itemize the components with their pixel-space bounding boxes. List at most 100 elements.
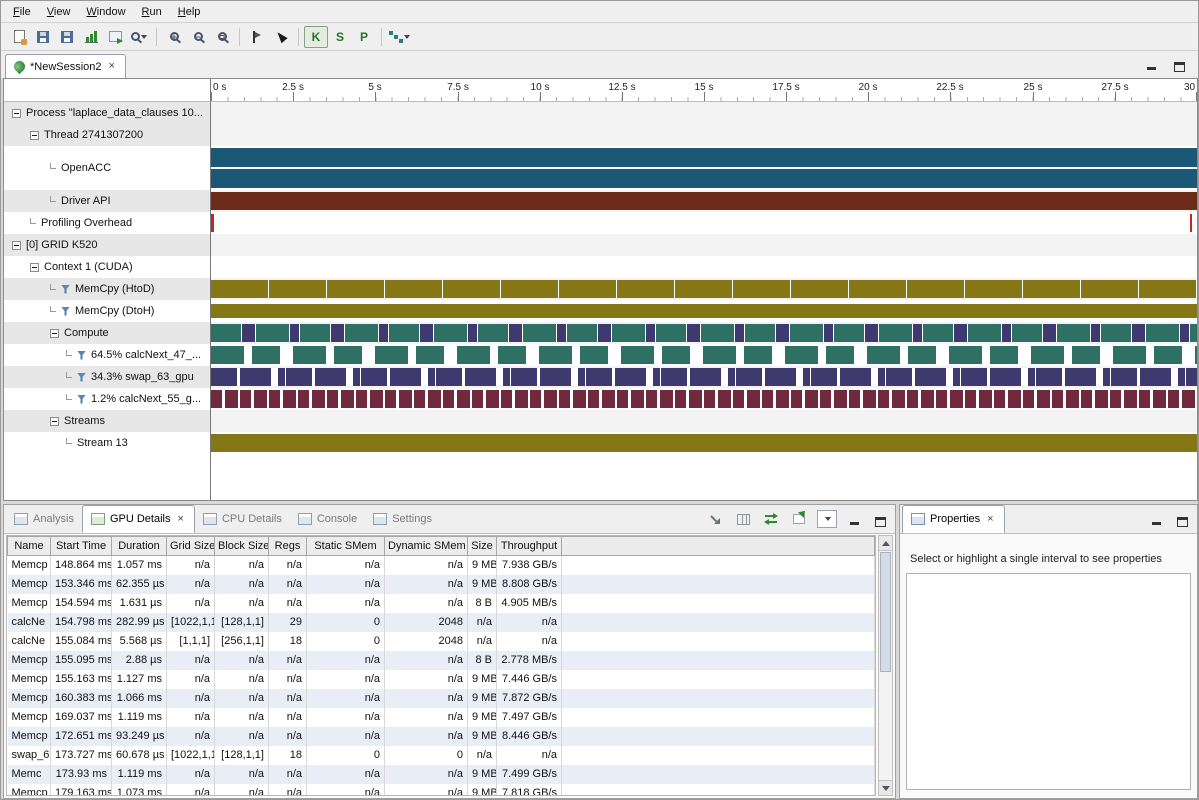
driver-api-bar[interactable] (211, 192, 1197, 210)
tab-settings[interactable]: Settings (365, 505, 440, 533)
tab-properties[interactable]: Properties × (902, 505, 1005, 533)
tab-gpu-details[interactable]: GPU Details × (82, 505, 195, 533)
session-tab[interactable]: *NewSession2 × (5, 54, 126, 78)
table-row[interactable]: Memcp169.037 ms1.119 msn/an/an/an/an/a9 … (8, 708, 875, 727)
timeline-row-thread[interactable]: Thread 2741307200 (4, 124, 1197, 146)
table-row[interactable]: Memcp148.864 ms1.057 msn/an/an/an/an/a9 … (8, 556, 875, 575)
column-header[interactable]: Size (468, 537, 497, 556)
maximize-button[interactable] (871, 512, 889, 527)
profiling-overhead-marker[interactable] (1190, 214, 1192, 232)
compare-button[interactable] (103, 26, 127, 48)
swap-63-bar[interactable] (211, 368, 1197, 386)
collapse-expander-icon[interactable] (30, 263, 39, 272)
profiling-overhead-marker[interactable] (211, 214, 214, 232)
collapse-expander-icon[interactable] (50, 417, 59, 426)
marker-button[interactable] (245, 26, 269, 48)
menu-help[interactable]: Help (170, 3, 209, 21)
column-header[interactable]: Start Time (51, 537, 112, 556)
timeline-row-swap-63[interactable]: 34.3% swap_63_gpu (4, 366, 1197, 388)
pc-toggle-button[interactable]: P (352, 26, 376, 48)
source-toggle-button[interactable]: S (328, 26, 352, 48)
table-row[interactable]: Memc173.93 ms1.119 msn/an/an/an/an/a9 MB… (8, 765, 875, 784)
stream-13-bar[interactable] (211, 434, 1197, 452)
table-row[interactable]: calcNe154.798 ms282.99 µs[1022,1,1][128,… (8, 613, 875, 632)
column-header[interactable]: Static SMem (307, 537, 385, 556)
openacc-bar-1[interactable] (211, 148, 1197, 167)
compute-bar[interactable] (211, 324, 1197, 342)
columns-button[interactable] (733, 510, 753, 528)
table-row[interactable]: Memcp179.163 ms1.073 msn/an/an/an/an/a9 … (8, 784, 875, 797)
refresh-button[interactable] (761, 510, 781, 528)
timeline-row-context-1[interactable]: Context 1 (CUDA) (4, 256, 1197, 278)
timeline-ruler[interactable]: 0 s 2.5 s 5 s 7.5 s 10 s 12.5 s 15 s 17.… (211, 79, 1197, 102)
kernel-toggle-button[interactable]: K (304, 26, 328, 48)
menu-run[interactable]: Run (134, 3, 170, 21)
timeline-row-streams[interactable]: Streams (4, 410, 1197, 432)
memcpy-dtoh-lane[interactable] (211, 300, 1197, 322)
menu-window[interactable]: Window (78, 3, 133, 21)
timeline-row-stream-13[interactable]: Stream 13 (4, 432, 1197, 454)
timeline-row-process[interactable]: Process "laplace_data_clauses 10... (4, 102, 1197, 124)
column-header[interactable]: Name (8, 537, 51, 556)
minimize-button[interactable] (1147, 512, 1165, 527)
close-icon[interactable]: × (107, 60, 117, 73)
minimize-button[interactable] (845, 512, 863, 527)
openacc-lane[interactable] (211, 146, 1197, 190)
timeline-row-profiling-overhead[interactable]: Profiling Overhead (4, 212, 1197, 234)
maximize-button[interactable] (1170, 57, 1188, 72)
menu-file[interactable]: File (5, 3, 39, 21)
timeline-row-calcnext-55[interactable]: 1.2% calcNext_55_g... (4, 388, 1197, 410)
table-row[interactable]: Memcp155.095 ms2.88 µsn/an/an/an/an/a8 B… (8, 651, 875, 670)
memcpy-dtoh-bar[interactable] (211, 304, 1197, 318)
profiling-overhead-lane[interactable] (211, 212, 1197, 234)
driver-api-lane[interactable] (211, 190, 1197, 212)
timeline-row-driver-api[interactable]: Driver API (4, 190, 1197, 212)
search-button[interactable] (127, 26, 151, 48)
collapse-expander-icon[interactable] (12, 109, 21, 118)
table-row[interactable]: swap_6173.727 ms60.678 µs[1022,1,1][128,… (8, 746, 875, 765)
column-header[interactable]: Duration (112, 537, 167, 556)
calcnext-55-bar[interactable] (211, 390, 1197, 408)
zoom-in-button[interactable] (162, 26, 186, 48)
save-report-button[interactable] (55, 26, 79, 48)
maximize-button[interactable] (1173, 512, 1191, 527)
zoom-out-button[interactable] (186, 26, 210, 48)
column-header[interactable]: Grid Size (167, 537, 215, 556)
streams-lane[interactable] (211, 410, 1197, 432)
calcnext-47-bar[interactable] (211, 346, 1197, 364)
filter-icon[interactable] (77, 373, 86, 382)
calcnext-55-lane[interactable] (211, 388, 1197, 410)
select-kernel-button[interactable] (705, 510, 725, 528)
scroll-up-button[interactable] (879, 536, 892, 551)
table-row[interactable]: Memcp172.651 ms93.249 µsn/an/an/an/an/a9… (8, 727, 875, 746)
timeline-row-memcpy-htod[interactable]: MemCpy (HtoD) (4, 278, 1197, 300)
calcnext-47-lane[interactable] (211, 344, 1197, 366)
save-button[interactable] (31, 26, 55, 48)
collapse-expander-icon[interactable] (30, 131, 39, 140)
compute-lane[interactable] (211, 322, 1197, 344)
openacc-bar-2[interactable] (211, 169, 1197, 188)
memcpy-htod-bar[interactable] (211, 280, 1197, 298)
timeline-row-openacc[interactable]: OpenACC (4, 146, 1197, 190)
memcpy-htod-lane[interactable] (211, 278, 1197, 300)
select-mode-button[interactable] (269, 26, 293, 48)
stream-13-lane[interactable] (211, 432, 1197, 454)
table-row[interactable]: Memcp154.594 ms1.631 µsn/an/an/an/an/a8 … (8, 594, 875, 613)
timeline-row-compute[interactable]: Compute (4, 322, 1197, 344)
column-header[interactable]: Dynamic SMem (385, 537, 468, 556)
new-session-button[interactable] (7, 26, 31, 48)
table-row[interactable]: Memcp155.163 ms1.127 msn/an/an/an/an/a9 … (8, 670, 875, 689)
minimize-button[interactable] (1142, 57, 1160, 72)
collapse-expander-icon[interactable] (12, 241, 21, 250)
timeline-row-memcpy-dtoh[interactable]: MemCpy (DtoH) (4, 300, 1197, 322)
zoom-fit-button[interactable] (210, 26, 234, 48)
scrollbar-thumb[interactable] (880, 552, 891, 672)
table-row[interactable]: Memcp153.346 ms62.355 µsn/an/an/an/an/a9… (8, 575, 875, 594)
filter-icon[interactable] (61, 307, 70, 316)
chart-button[interactable] (79, 26, 103, 48)
table-row[interactable]: calcNe155.084 ms5.568 µs[1,1,1][256,1,1]… (8, 632, 875, 651)
table-row[interactable]: Memcp160.383 ms1.066 msn/an/an/an/an/a9 … (8, 689, 875, 708)
column-header[interactable]: Regs (269, 537, 307, 556)
swap-63-lane[interactable] (211, 366, 1197, 388)
column-header[interactable]: Block Size (215, 537, 269, 556)
